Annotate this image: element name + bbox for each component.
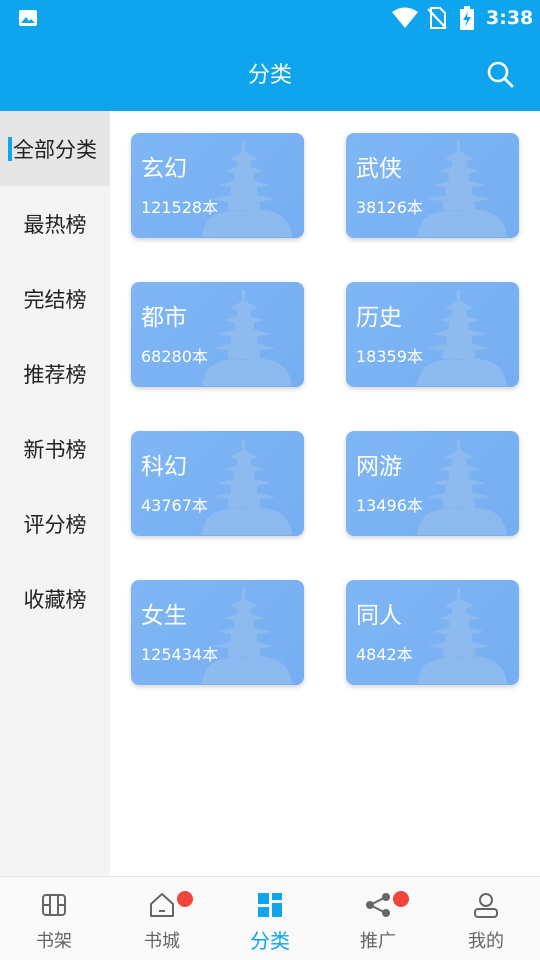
sidebar-item-label: 全部分类: [13, 137, 97, 162]
pagoda-illustration-icon: [417, 588, 507, 684]
nav-item-promote[interactable]: 推广: [324, 877, 432, 960]
pagoda-illustration-icon: [202, 290, 292, 386]
status-bar: 3:38: [0, 0, 540, 36]
no-sim-icon: [427, 7, 447, 29]
bottom-navigation: 书架 书城 分类 推广 我的: [0, 876, 540, 960]
sidebar-item-label: 推荐榜: [23, 362, 87, 387]
nav-item-mine[interactable]: 我的: [432, 877, 540, 960]
category-name: 女生: [141, 603, 187, 629]
sidebar-item-label: 完结榜: [23, 287, 87, 312]
category-card[interactable]: 都市 68280本: [131, 282, 304, 387]
sidebar-item-all-categories[interactable]: 全部分类: [0, 111, 110, 186]
category-name: 科幻: [141, 454, 187, 480]
category-card[interactable]: 科幻 43767本: [131, 431, 304, 536]
category-card[interactable]: 玄幻 121528本: [131, 133, 304, 238]
category-name: 武侠: [356, 156, 402, 182]
category-grid: 玄幻 121528本 武侠 38126本 都市 68280本 历史 18359本…: [110, 111, 540, 876]
pagoda-illustration-icon: [202, 588, 292, 684]
category-name: 历史: [356, 305, 402, 331]
share-icon: [366, 893, 390, 917]
category-name: 网游: [356, 454, 402, 480]
nav-label: 分类: [250, 929, 290, 953]
category-name: 玄幻: [141, 156, 187, 182]
category-count: 13496本: [356, 496, 423, 515]
category-name: 都市: [141, 305, 187, 331]
wifi-icon: [392, 7, 418, 28]
status-time: 3:38: [486, 7, 534, 29]
category-count: 4842本: [356, 645, 413, 664]
category-count: 125434本: [141, 645, 219, 664]
nav-item-bookstore[interactable]: 书城: [108, 877, 216, 960]
nav-item-bookshelf[interactable]: 书架: [0, 877, 108, 960]
bookshelf-icon: [42, 894, 66, 916]
battery-charging-icon: [460, 6, 474, 30]
home-icon: [150, 893, 174, 917]
category-card[interactable]: 武侠 38126本: [346, 133, 519, 238]
pagoda-illustration-icon: [417, 141, 507, 237]
sidebar-item-rating[interactable]: 评分榜: [0, 486, 110, 561]
notification-badge: [393, 891, 409, 907]
category-count: 43767本: [141, 496, 208, 515]
category-name: 同人: [356, 603, 402, 629]
nav-label: 推广: [360, 931, 396, 952]
app-bar: 分类: [0, 36, 540, 111]
sidebar-item-favorites[interactable]: 收藏榜: [0, 561, 110, 636]
nav-label: 书架: [36, 931, 72, 952]
category-card[interactable]: 网游 13496本: [346, 431, 519, 536]
sidebar-item-recommended[interactable]: 推荐榜: [0, 336, 110, 411]
pagoda-illustration-icon: [202, 439, 292, 535]
category-card[interactable]: 历史 18359本: [346, 282, 519, 387]
category-count: 68280本: [141, 347, 208, 366]
sidebar-item-label: 评分榜: [23, 512, 87, 537]
sidebar-item-hottest[interactable]: 最热榜: [0, 186, 110, 261]
nav-label: 我的: [468, 931, 504, 952]
page-title: 分类: [247, 63, 292, 88]
notification-badge: [177, 891, 193, 907]
nav-label: 书城: [144, 931, 180, 952]
search-icon[interactable]: [484, 58, 516, 90]
category-card[interactable]: 女生 125434本: [131, 580, 304, 685]
category-card[interactable]: 同人 4842本: [346, 580, 519, 685]
sidebar-item-label: 最热榜: [23, 212, 87, 237]
category-sidebar: 全部分类 最热榜 完结榜 推荐榜 新书榜 评分榜 收藏榜: [0, 111, 110, 876]
category-count: 18359本: [356, 347, 423, 366]
nav-item-category[interactable]: 分类: [216, 877, 324, 960]
category-count: 121528本: [141, 198, 219, 217]
category-grid-icon: [258, 893, 282, 917]
user-icon: [474, 893, 498, 918]
sidebar-item-completed[interactable]: 完结榜: [0, 261, 110, 336]
pagoda-illustration-icon: [202, 141, 292, 237]
active-indicator: [8, 137, 12, 161]
image-notification-icon: [19, 10, 37, 26]
sidebar-item-new-books[interactable]: 新书榜: [0, 411, 110, 486]
category-count: 38126本: [356, 198, 423, 217]
sidebar-item-label: 新书榜: [23, 437, 87, 462]
pagoda-illustration-icon: [417, 439, 507, 535]
sidebar-item-label: 收藏榜: [23, 587, 87, 612]
pagoda-illustration-icon: [417, 290, 507, 386]
